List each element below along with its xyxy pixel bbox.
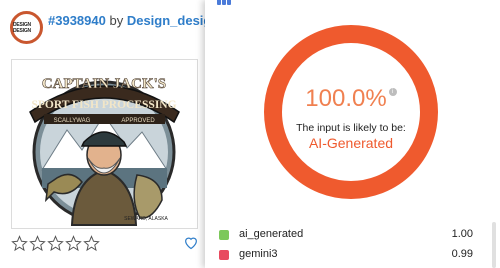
artwork-title-line1: CAPTAIN JACK'S — [42, 76, 166, 92]
artwork-image: CAPTAIN JACK'S SPORT FISH PROCESSING SCA… — [29, 76, 180, 226]
avatar[interactable]: DESIGN DESIGN — [10, 11, 43, 44]
by-label: by — [109, 13, 124, 28]
info-icon[interactable]: i — [388, 88, 397, 96]
star-icon[interactable] — [29, 235, 46, 252]
artwork-banner-left: SCALLYWAG — [54, 118, 91, 124]
result-swatch — [219, 230, 229, 240]
likely-label: The input is likely to be: — [296, 122, 406, 134]
star-icon[interactable] — [83, 235, 100, 252]
detector-logo — [217, 0, 231, 5]
result-value: 1.00 — [451, 228, 473, 240]
results-list: ai_generated 1.00 gemini3 0.99 — [219, 226, 473, 266]
artwork-location: SEWARD, ALASKA — [124, 216, 168, 222]
ai-detector-panel: 100.0% i The input is likely to be: AI-Ge… — [205, 0, 500, 268]
design-title: #3938940 by Design_design — [48, 13, 219, 28]
score-value: 100.0% i — [261, 85, 441, 113]
star-icon[interactable] — [65, 235, 82, 252]
result-row: ai_generated 1.00 — [219, 226, 473, 246]
design-card: DESIGN DESIGN #3938940 by Design_design — [0, 0, 219, 268]
score-text: 100.0% — [305, 85, 387, 112]
result-swatch — [219, 250, 229, 260]
artwork-banner-right: APPROVED — [121, 118, 155, 124]
designer-header: DESIGN DESIGN — [10, 11, 43, 44]
artwork-title-line2: SPORT FISH PROCESSING — [31, 99, 176, 111]
heart-icon[interactable] — [183, 235, 199, 250]
score-gauge: 100.0% i The input is likely to be: AI-Ge… — [261, 22, 441, 202]
star-icon[interactable] — [47, 235, 64, 252]
result-value: 0.99 — [451, 248, 473, 260]
result-label: ai_generated — [239, 228, 304, 240]
star-icon[interactable] — [11, 235, 28, 252]
result-label: gemini3 — [239, 248, 278, 260]
result-row: gemini3 0.99 — [219, 246, 473, 266]
results-scrollbar[interactable] — [492, 222, 496, 268]
design-id-link[interactable]: #3938940 — [48, 13, 106, 28]
verdict-label: AI-Generated — [308, 135, 394, 151]
avatar-text: DESIGN DESIGN — [13, 21, 31, 34]
design-artwork[interactable]: CAPTAIN JACK'S SPORT FISH PROCESSING SCA… — [11, 59, 198, 229]
rating-stars[interactable] — [11, 235, 100, 252]
logo-icon — [217, 0, 231, 5]
